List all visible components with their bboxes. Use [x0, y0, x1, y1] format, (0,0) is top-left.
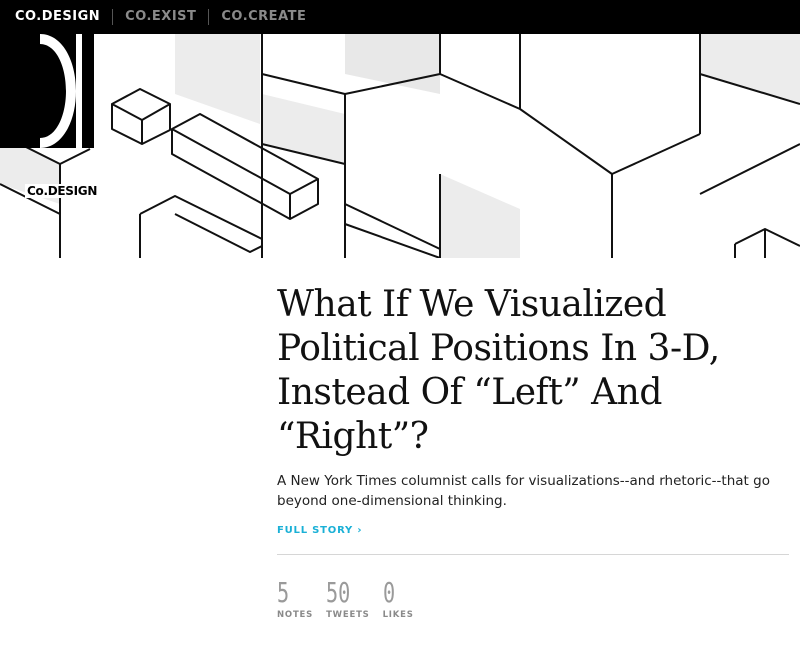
stat-notes[interactable]: 5 NOTES: [277, 576, 314, 621]
nav-co-design[interactable]: CO.DESIGN: [15, 9, 112, 25]
logo-wordmark: Co.DESIGN: [25, 184, 119, 198]
nav-co-create[interactable]: CO.CREATE: [208, 9, 318, 25]
stat-tweets-count: 50: [326, 576, 351, 609]
stat-notes-count: 5: [277, 576, 290, 609]
featured-article: What If We Visualized Political Position…: [277, 283, 789, 537]
stats-divider: [277, 554, 789, 555]
nav-co-exist[interactable]: CO.EXIST: [112, 9, 208, 25]
stat-likes-count: 0: [382, 576, 395, 609]
stat-tweets-label: TWEETS: [326, 610, 370, 620]
stat-likes[interactable]: 0 LIKES: [382, 576, 414, 621]
article-dek: A New York Times columnist calls for vis…: [277, 473, 770, 509]
article-headline[interactable]: What If We Visualized Political Position…: [277, 283, 789, 459]
stat-tweets[interactable]: 50 TWEETS: [326, 576, 370, 621]
co-design-logo[interactable]: [0, 34, 94, 148]
social-stats: 5 NOTES 50 TWEETS 0 LIKES: [277, 576, 427, 621]
stat-notes-label: NOTES: [277, 610, 314, 620]
hero-illustration: Co.DESIGN: [0, 34, 800, 258]
site-nav: CO.DESIGN CO.EXIST CO.CREATE: [0, 9, 318, 25]
full-story-link[interactable]: FULL STORY ›: [277, 525, 362, 536]
isometric-blocks-illustration: [0, 34, 800, 258]
stat-likes-label: LIKES: [382, 610, 414, 620]
top-bar: CO.DESIGN CO.EXIST CO.CREATE: [0, 0, 800, 34]
